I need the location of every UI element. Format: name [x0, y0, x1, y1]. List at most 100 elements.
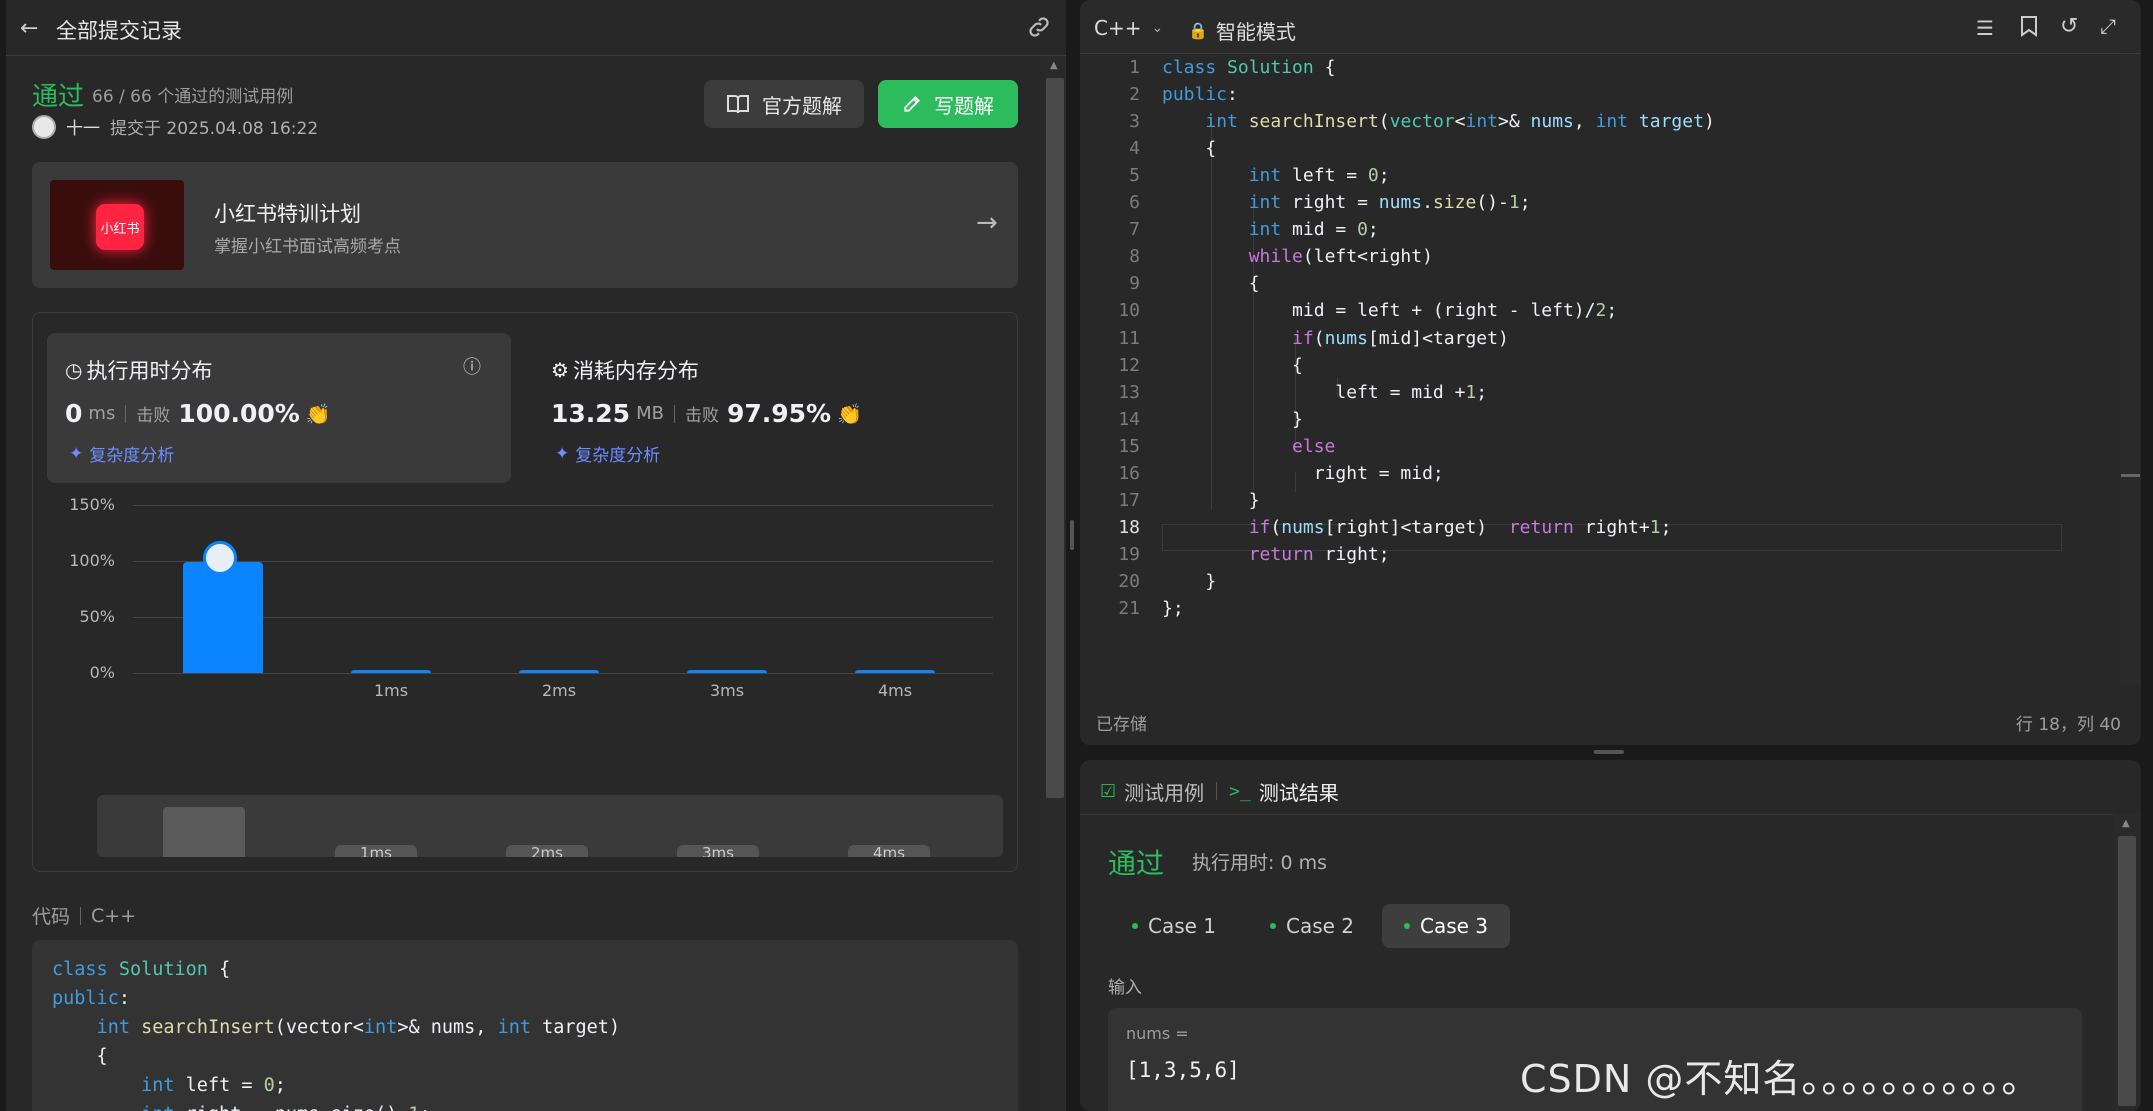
code-area[interactable]: 1 class Solution {2 public: 3 int searchIns… — [1080, 57, 2120, 646]
x-tick-label: 4ms — [877, 681, 913, 700]
line-number: 8 — [1129, 246, 1140, 268]
code-line[interactable]: { — [1162, 352, 1303, 379]
line-number: 5 — [1129, 165, 1140, 187]
bar-1ms[interactable] — [351, 669, 431, 673]
bar-4ms[interactable] — [855, 669, 935, 673]
case-tab-3[interactable]: Case 3 — [1382, 904, 1511, 948]
editor-scrollbar[interactable] — [2120, 54, 2141, 684]
vertical-resize-handle[interactable] — [1594, 750, 1624, 754]
runtime-value: 0 — [65, 399, 83, 428]
code-label: 代码 — [32, 906, 71, 928]
code-line[interactable]: { — [1162, 270, 1260, 297]
code-line[interactable]: { — [1162, 135, 1216, 162]
result-scrollbar[interactable]: ▲ — [2113, 814, 2141, 1111]
username[interactable]: 十一 — [66, 114, 100, 139]
memory-values: 13.25 MB 击败 97.95% 👏 — [551, 399, 862, 428]
line-number: 6 — [1129, 192, 1140, 214]
code-line[interactable]: }; — [1162, 595, 1184, 622]
code-lang-row: 代码 C++ — [32, 902, 136, 929]
runtime-box[interactable]: ◷ 执行用时分布 ⓘ 0 ms 击败 100.00% 👏 ✦ 复杂度分析 — [47, 333, 511, 483]
reset-icon[interactable]: ↺ — [2060, 14, 2078, 39]
code-line[interactable]: int right = nums.size()-1; — [1162, 189, 1531, 216]
code-line[interactable]: return right; — [1162, 541, 1390, 568]
code-line[interactable]: else — [1162, 433, 1335, 460]
code-line[interactable]: } — [1162, 487, 1260, 514]
left-scrollbar-thumb[interactable] — [1046, 78, 1064, 798]
format-icon[interactable]: ☰ — [1976, 16, 1994, 40]
gridline — [133, 561, 993, 562]
x-tick-label: 2ms — [541, 681, 577, 700]
info-icon[interactable]: ⓘ — [463, 353, 481, 379]
line-number: 4 — [1129, 138, 1140, 160]
avatar[interactable] — [32, 114, 56, 139]
all-submissions-link[interactable]: 全部提交记录 — [56, 15, 182, 45]
line-number: 3 — [1129, 111, 1140, 133]
memory-title: 消耗内存分布 — [572, 359, 699, 383]
runtime-title: 执行用时分布 — [86, 359, 213, 383]
write-solution-label: 写题解 — [934, 93, 994, 118]
memory-unit: MB — [636, 403, 664, 424]
code-line[interactable]: int left = 0; — [1162, 162, 1390, 189]
bookmark-icon[interactable] — [2020, 15, 2038, 41]
line-number: 12 — [1118, 354, 1140, 376]
scroll-up-icon[interactable]: ▲ — [2122, 818, 2130, 829]
code-line[interactable]: while(left<right) — [1162, 243, 1433, 270]
link-icon[interactable] — [1026, 14, 1052, 44]
code-line[interactable]: if(nums[right]<target) return right+1; — [1162, 514, 1672, 541]
minimap-bar-label: 2ms — [506, 845, 588, 857]
line-number: 1 — [1129, 57, 1140, 78]
tests-passed: 66 / 66 个通过的测试用例 — [92, 87, 294, 107]
terminal-icon: >_ — [1229, 780, 1251, 802]
code-line[interactable]: int searchInsert(vector<int>& nums, int … — [1162, 108, 1714, 135]
sparkle-icon: ✦ — [555, 443, 570, 464]
code-line[interactable]: left = mid +1; — [1162, 379, 1487, 406]
chart-range-slider[interactable]: 1ms 2ms 3ms 4ms — [97, 795, 1003, 857]
memory-box[interactable]: ⚙ 消耗内存分布 13.25 MB 击败 97.95% 👏 ✦ 复杂度分析 — [533, 333, 993, 483]
smart-mode-toggle[interactable]: 🔒 智能模式 — [1188, 16, 1296, 45]
line-number: 14 — [1118, 408, 1140, 430]
tab-test-result[interactable]: >_ 测试结果 — [1229, 777, 1339, 806]
back-arrow-icon[interactable]: ← — [20, 16, 38, 41]
code-line[interactable]: public: — [1162, 81, 1238, 108]
minimap-selected-bar[interactable] — [163, 807, 245, 857]
gridline — [133, 505, 993, 506]
bar-3ms[interactable] — [687, 669, 767, 673]
runtime-distribution-chart: 150% 100% 50% 0% 1ms 2ms 3ms 4ms — [33, 493, 1019, 753]
tab-testcases-label: 测试用例 — [1124, 780, 1205, 805]
left-scrollbar[interactable]: ▲ — [1044, 56, 1066, 1111]
line-number: 18 — [1118, 516, 1140, 538]
clap-icon: 👏 — [305, 401, 331, 426]
code-line[interactable]: right = mid; — [1162, 460, 1444, 487]
scroll-up-icon[interactable]: ▲ — [1050, 60, 1058, 71]
editor-toolbar: C++ ⌄ 🔒 智能模式 ☰ ↺ ⤢ — [1080, 0, 2141, 54]
case-label: Case 3 — [1420, 914, 1489, 938]
case-tab-1[interactable]: Case 1 — [1110, 904, 1238, 948]
runtime-analysis-link[interactable]: ✦ 复杂度分析 — [69, 441, 174, 467]
result-scrollbar-thumb[interactable] — [2118, 836, 2136, 1106]
code-line[interactable]: int mid = 0; — [1162, 216, 1379, 243]
tab-testcases[interactable]: ☑ 测试用例 — [1100, 777, 1204, 806]
clap-icon: 👏 — [837, 401, 863, 426]
input-var-value[interactable]: [1,3,5,6] — [1126, 1058, 1240, 1082]
code-line[interactable]: } — [1162, 406, 1303, 433]
code-line[interactable]: if(nums[mid]<target) — [1162, 325, 1509, 352]
write-solution-button[interactable]: 写题解 — [878, 80, 1018, 128]
code-line[interactable]: mid = left + (right - left)/2; — [1162, 297, 1617, 324]
official-solution-button[interactable]: 官方题解 — [704, 80, 864, 128]
memory-value: 13.25 — [551, 399, 631, 428]
tab-test-result-label: 测试结果 — [1258, 780, 1339, 805]
memory-beat-label: 击败 — [684, 406, 719, 426]
arrow-right-icon[interactable]: → — [976, 208, 998, 238]
bar-2ms[interactable] — [519, 669, 599, 673]
bar-0ms[interactable] — [183, 562, 263, 673]
promo-card[interactable]: 小红书 小红书特训计划 掌握小红书面试高频考点 → — [32, 162, 1018, 288]
language-selector[interactable]: C++ ⌄ — [1094, 16, 1163, 40]
case-tab-2[interactable]: Case 2 — [1248, 904, 1376, 948]
code-line[interactable]: class Solution { — [1162, 54, 1335, 81]
line-number: 19 — [1118, 543, 1140, 565]
panel-resize-handle[interactable] — [1070, 520, 1074, 550]
language-label: C++ — [1094, 16, 1142, 40]
memory-analysis-link[interactable]: ✦ 复杂度分析 — [555, 441, 660, 467]
fullscreen-icon[interactable]: ⤢ — [2100, 14, 2116, 38]
code-line[interactable]: } — [1162, 568, 1216, 595]
